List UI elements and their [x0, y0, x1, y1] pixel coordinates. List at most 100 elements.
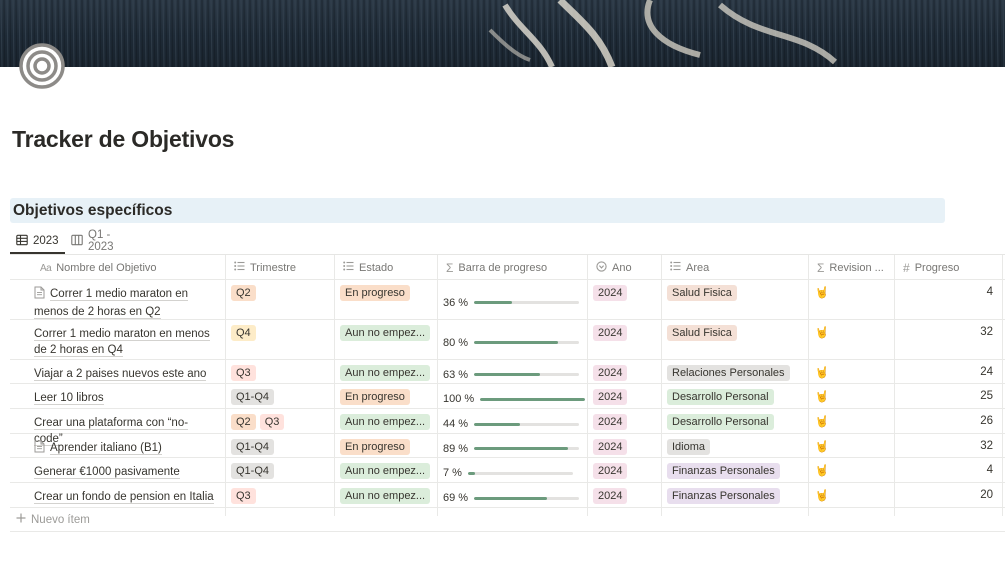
progress-cell[interactable]: 69 % — [437, 483, 587, 507]
status-cell[interactable]: En progreso — [334, 280, 437, 319]
area-cell[interactable]: Finanzas Personales — [661, 483, 808, 507]
progress-number-cell[interactable]: 20 — [894, 483, 1002, 507]
board-icon — [71, 234, 83, 249]
year-cell[interactable]: 2024 — [587, 434, 661, 457]
revision-cell[interactable]: 🤘 — [808, 320, 894, 359]
progress-number-cell[interactable]: 4 — [894, 280, 1002, 319]
progress-cell[interactable]: 80 % — [437, 320, 587, 359]
area-cell[interactable]: Relaciones Personales — [661, 360, 808, 383]
revision-cell[interactable]: 🤘 — [808, 409, 894, 433]
column-header[interactable]: Aa Nombre del Objetivo — [10, 255, 225, 280]
status-cell[interactable]: Aun no empez... — [334, 458, 437, 482]
revision-cell[interactable]: 🤘 — [808, 434, 894, 457]
table-row[interactable]: Leer 10 libros Q1-Q4 En progreso 100 % 2024 D… — [10, 384, 1005, 409]
progress-cell[interactable]: 7 % — [437, 458, 587, 482]
cover-image — [0, 0, 1005, 67]
goal-name-cell[interactable]: Correr 1 medio maraton en menos de 2 hor… — [10, 320, 225, 359]
status-cell[interactable]: En progreso — [334, 384, 437, 408]
area-cell[interactable]: Desarrollo Personal — [661, 384, 808, 408]
goal-name[interactable]: Correr 1 medio maraton en menos de 2 hor… — [34, 288, 189, 319]
goal-name[interactable]: Viajar a 2 paises nuevos este ano — [34, 368, 207, 381]
view-tab-2023[interactable]: 2023 — [10, 230, 65, 254]
column-header[interactable]: Area — [661, 255, 808, 280]
table-row[interactable]: Crear una plataforma con “no-code” Q2 Q3 Au… — [10, 409, 1005, 446]
quarter-cell[interactable]: Q3 — [225, 483, 334, 507]
progress-number-cell[interactable]: 32 — [894, 320, 1002, 359]
progress-cell[interactable]: 89 % — [437, 434, 587, 457]
goal-name-cell[interactable]: Crear un fondo de pension en Italia — [10, 483, 225, 507]
column-header[interactable]: Σ Barra de progreso — [437, 255, 587, 280]
area-cell[interactable]: Salud Fisica — [661, 280, 808, 319]
status-tag: Aun no empez... — [340, 325, 431, 341]
quarter-cell[interactable]: Q1-Q4 — [225, 458, 334, 482]
year-cell[interactable]: 2024 — [587, 360, 661, 383]
year-cell[interactable]: 2024 — [587, 458, 661, 482]
progress-number-cell[interactable]: 25 — [894, 384, 1002, 408]
goal-name-cell[interactable]: Leer 10 libros — [10, 384, 225, 408]
target-icon[interactable] — [19, 43, 65, 89]
revision-cell[interactable]: 🤘 — [808, 483, 894, 507]
progress-percent: 89 % — [443, 442, 469, 455]
column-header[interactable]: Trimestre — [225, 255, 334, 280]
column-header[interactable]: Ano — [587, 255, 661, 280]
section-heading[interactable]: Objetivos específicos — [10, 198, 945, 223]
status-cell[interactable]: Aun no empez... — [334, 360, 437, 383]
progress-number-cell[interactable]: 26 — [894, 409, 1002, 433]
goal-name-cell[interactable]: Crear una plataforma con “no-code” — [10, 409, 225, 446]
area-cell[interactable]: Finanzas Personales — [661, 458, 808, 482]
column-header[interactable]: Estado — [334, 255, 437, 280]
goal-name[interactable]: Aprender italiano (B1) — [50, 442, 162, 455]
year-cell[interactable]: 2024 — [587, 280, 661, 319]
column-header[interactable]: Σ Revision ... — [808, 255, 894, 280]
quarter-cell[interactable]: Q1-Q4 — [225, 434, 334, 457]
page-title[interactable]: Tracker de Objetivos — [12, 126, 234, 153]
table-row[interactable]: Correr 1 medio maraton en menos de 2 hor… — [10, 320, 1005, 360]
status-cell[interactable]: Aun no empez... — [334, 483, 437, 507]
goal-name-cell[interactable]: Aprender italiano (B1) — [10, 434, 225, 457]
year-cell[interactable]: 2024 — [587, 384, 661, 408]
quarter-cell[interactable]: Q4 — [225, 320, 334, 359]
progress-cell[interactable]: 44 % — [437, 409, 587, 433]
table-row[interactable]: Aprender italiano (B1) Q1-Q4 En progreso 89… — [10, 434, 1005, 458]
area-cell[interactable]: Idioma — [661, 434, 808, 457]
goal-name-cell[interactable]: Generar €1000 pasivamente — [10, 458, 225, 482]
progress-number-cell[interactable]: 24 — [894, 360, 1002, 383]
table-row[interactable]: Crear un fondo de pension en Italia Q3 Aun… — [10, 483, 1005, 508]
year-cell[interactable]: 2024 — [587, 320, 661, 359]
goal-name[interactable]: Correr 1 medio maraton en menos de 2 hor… — [34, 328, 210, 357]
status-cell[interactable]: Aun no empez... — [334, 409, 437, 433]
table-row[interactable]: Viajar a 2 paises nuevos este ano Q3 Aun n… — [10, 360, 1005, 384]
quarter-cell[interactable]: Q3 — [225, 360, 334, 383]
year-cell[interactable]: 2024 — [587, 483, 661, 507]
goal-name-cell[interactable]: Correr 1 medio maraton en menos de 2 hor… — [10, 280, 225, 319]
progress-number-cell[interactable]: 4 — [894, 458, 1002, 482]
goal-name[interactable]: Crear un fondo de pension en Italia — [34, 491, 214, 504]
revision-cell[interactable]: 🤘 — [808, 384, 894, 408]
area-cell[interactable]: Desarrollo Personal — [661, 409, 808, 433]
new-item-button[interactable]: Nuevo ítem — [16, 513, 90, 526]
progress-cell[interactable]: 100 % — [437, 384, 587, 408]
quarter-cell[interactable]: Q2 — [225, 280, 334, 319]
table-row[interactable]: Correr 1 medio maraton en menos de 2 hor… — [10, 280, 1005, 320]
progress-number-cell[interactable]: 32 — [894, 434, 1002, 457]
view-tab-q1-2023[interactable]: Q1 - 2023 — [71, 229, 114, 253]
area-cell[interactable]: Salud Fisica — [661, 320, 808, 359]
revision-cell[interactable]: 🤘 — [808, 458, 894, 482]
goal-name-cell[interactable]: Viajar a 2 paises nuevos este ano — [10, 360, 225, 383]
status-cell[interactable]: Aun no empez... — [334, 320, 437, 359]
progress-cell[interactable]: 63 % — [437, 360, 587, 383]
quarter-cell[interactable]: Q2 Q3 — [225, 409, 334, 433]
status-cell[interactable]: En progreso — [334, 434, 437, 457]
revision-cell[interactable]: 🤘 — [808, 280, 894, 319]
column-divider — [1002, 255, 1003, 516]
quarter-cell[interactable]: Q1-Q4 — [225, 384, 334, 408]
year-cell[interactable]: 2024 — [587, 409, 661, 433]
rock-hand-emoji: 🤘 — [815, 327, 829, 339]
revision-cell[interactable]: 🤘 — [808, 360, 894, 383]
view-tab-label: 2023 — [33, 235, 59, 247]
goal-name[interactable]: Leer 10 libros — [34, 392, 104, 405]
table-row[interactable]: Generar €1000 pasivamente Q1-Q4 Aun no emp… — [10, 458, 1005, 483]
progress-cell[interactable]: 36 % — [437, 280, 587, 319]
goal-name[interactable]: Generar €1000 pasivamente — [34, 466, 180, 479]
column-header[interactable]: # Progreso — [894, 255, 1002, 280]
